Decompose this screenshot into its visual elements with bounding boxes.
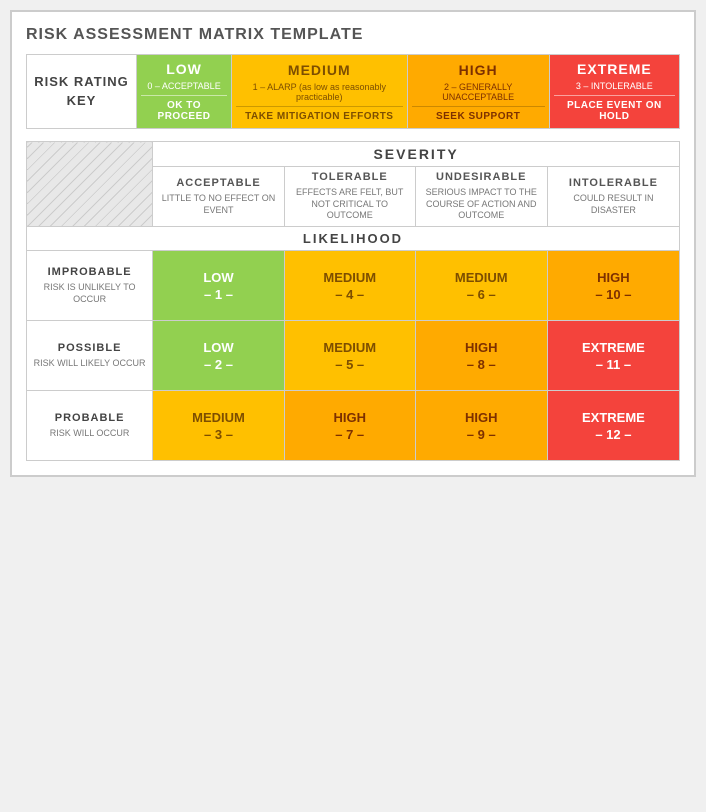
severity-col-0-desc: LITTLE TO NO EFFECT ON EVENT: [157, 193, 280, 216]
cell-2-3-number: – 12 –: [552, 427, 675, 442]
severity-col-3-desc: COULD RESULT IN DISASTER: [552, 193, 675, 216]
row-1-title: POSSIBLE: [31, 342, 148, 354]
key-medium-action: TAKE MITIGATION EFFORTS: [236, 111, 403, 122]
cell-1-3-number: – 11 –: [552, 357, 675, 372]
cell-1-1-rating: MEDIUM: [289, 340, 411, 355]
key-medium-cell: MEDIUM 1 – ALARP (as low as reasonably p…: [232, 55, 408, 129]
matrix-table: SEVERITY ACCEPTABLE LITTLE TO NO EFFECT …: [26, 141, 680, 461]
key-low-action: OK TO PROCEED: [141, 100, 227, 122]
key-high-action: SEEK SUPPORT: [412, 111, 545, 122]
cell-1-0: LOW – 2 –: [153, 321, 285, 391]
cell-2-1-rating: HIGH: [289, 410, 411, 425]
cell-2-2: HIGH – 9 –: [415, 391, 547, 461]
cell-0-2: MEDIUM – 6 –: [415, 251, 547, 321]
key-extreme-divider: [554, 95, 675, 96]
cell-1-2-number: – 8 –: [420, 357, 543, 372]
key-extreme-action: PLACE EVENT ON HOLD: [554, 100, 675, 122]
severity-col-intolerable: INTOLERABLE COULD RESULT IN DISASTER: [547, 167, 679, 227]
cell-0-0-rating: LOW: [157, 270, 280, 285]
severity-col-1-title: TOLERABLE: [289, 171, 411, 183]
severity-col-3-title: INTOLERABLE: [552, 177, 675, 189]
key-low-sub: 0 – ACCEPTABLE: [141, 81, 227, 91]
key-row-label: RISK RATING KEY: [34, 74, 129, 107]
severity-col-2-title: UNDESIRABLE: [420, 171, 543, 183]
cell-2-1: HIGH – 7 –: [284, 391, 415, 461]
key-medium-divider: [236, 106, 403, 107]
cell-2-0: MEDIUM – 3 –: [153, 391, 285, 461]
main-container: RISK ASSESSMENT MATRIX TEMPLATE RISK RAT…: [10, 10, 696, 477]
cell-1-2: HIGH – 8 –: [415, 321, 547, 391]
severity-header: SEVERITY: [153, 142, 680, 167]
cell-1-2-rating: HIGH: [420, 340, 543, 355]
severity-col-undesirable: UNDESIRABLE SERIOUS IMPACT TO THE COURSE…: [415, 167, 547, 227]
severity-hatch-top: [27, 142, 153, 227]
key-label: RISK RATING KEY: [27, 55, 137, 129]
table-row: PROBABLE RISK WILL OCCUR MEDIUM – 3 – HI…: [27, 391, 680, 461]
cell-2-3: EXTREME – 12 –: [547, 391, 679, 461]
risk-rating-key-table: RISK RATING KEY LOW 0 – ACCEPTABLE OK TO…: [26, 54, 680, 129]
row-improbable: IMPROBABLE RISK IS UNLIKELY TO OCCUR: [27, 251, 153, 321]
key-extreme-header: EXTREME: [554, 61, 675, 79]
cell-0-1-rating: MEDIUM: [289, 270, 411, 285]
key-extreme-cell: EXTREME 3 – INTOLERABLE PLACE EVENT ON H…: [549, 55, 679, 129]
severity-col-acceptable: ACCEPTABLE LITTLE TO NO EFFECT ON EVENT: [153, 167, 285, 227]
row-2-desc: RISK WILL OCCUR: [31, 428, 148, 440]
likelihood-header: LIKELIHOOD: [27, 227, 680, 251]
cell-2-2-number: – 9 –: [420, 427, 543, 442]
row-2-title: PROBABLE: [31, 412, 148, 424]
cell-2-0-rating: MEDIUM: [157, 410, 280, 425]
row-probable: PROBABLE RISK WILL OCCUR: [27, 391, 153, 461]
key-medium-header: MEDIUM: [236, 62, 403, 80]
cell-1-1-number: – 5 –: [289, 357, 411, 372]
cell-1-1: MEDIUM – 5 –: [284, 321, 415, 391]
cell-2-2-rating: HIGH: [420, 410, 543, 425]
cell-2-1-number: – 7 –: [289, 427, 411, 442]
cell-0-3-rating: HIGH: [552, 270, 675, 285]
cell-0-0: LOW – 1 –: [153, 251, 285, 321]
table-row: IMPROBABLE RISK IS UNLIKELY TO OCCUR LOW…: [27, 251, 680, 321]
severity-col-0-title: ACCEPTABLE: [157, 177, 280, 189]
cell-0-1-number: – 4 –: [289, 287, 411, 302]
severity-col-2-desc: SERIOUS IMPACT TO THE COURSE OF ACTION A…: [420, 187, 543, 222]
row-0-title: IMPROBABLE: [31, 266, 148, 278]
key-low-header: LOW: [141, 61, 227, 79]
table-row: POSSIBLE RISK WILL LIKELY OCCUR LOW – 2 …: [27, 321, 680, 391]
cell-0-3: HIGH – 10 –: [547, 251, 679, 321]
cell-0-2-number: – 6 –: [420, 287, 543, 302]
cell-0-1: MEDIUM – 4 –: [284, 251, 415, 321]
cell-1-0-number: – 2 –: [157, 357, 280, 372]
key-high-header: HIGH: [412, 62, 545, 80]
cell-1-0-rating: LOW: [157, 340, 280, 355]
row-possible: POSSIBLE RISK WILL LIKELY OCCUR: [27, 321, 153, 391]
severity-col-1-desc: EFFECTS ARE FELT, BUT NOT CRITICAL TO OU…: [289, 187, 411, 222]
cell-1-3-rating: EXTREME: [552, 340, 675, 355]
cell-0-0-number: – 1 –: [157, 287, 280, 302]
key-extreme-sub: 3 – INTOLERABLE: [554, 81, 675, 91]
cell-0-3-number: – 10 –: [552, 287, 675, 302]
row-1-desc: RISK WILL LIKELY OCCUR: [31, 358, 148, 370]
key-high-divider: [412, 106, 545, 107]
row-0-desc: RISK IS UNLIKELY TO OCCUR: [31, 282, 148, 305]
cell-2-0-number: – 3 –: [157, 427, 280, 442]
key-low-divider: [141, 95, 227, 96]
key-low-cell: LOW 0 – ACCEPTABLE OK TO PROCEED: [137, 55, 232, 129]
page-title: RISK ASSESSMENT MATRIX TEMPLATE: [26, 26, 680, 44]
cell-1-3: EXTREME – 11 –: [547, 321, 679, 391]
key-high-cell: HIGH 2 – GENERALLY UNACCEPTABLE SEEK SUP…: [407, 55, 549, 129]
key-medium-sub: 1 – ALARP (as low as reasonably practica…: [236, 82, 403, 102]
cell-2-3-rating: EXTREME: [552, 410, 675, 425]
key-high-sub: 2 – GENERALLY UNACCEPTABLE: [412, 82, 545, 102]
cell-0-2-rating: MEDIUM: [420, 270, 543, 285]
severity-col-tolerable: TOLERABLE EFFECTS ARE FELT, BUT NOT CRIT…: [284, 167, 415, 227]
